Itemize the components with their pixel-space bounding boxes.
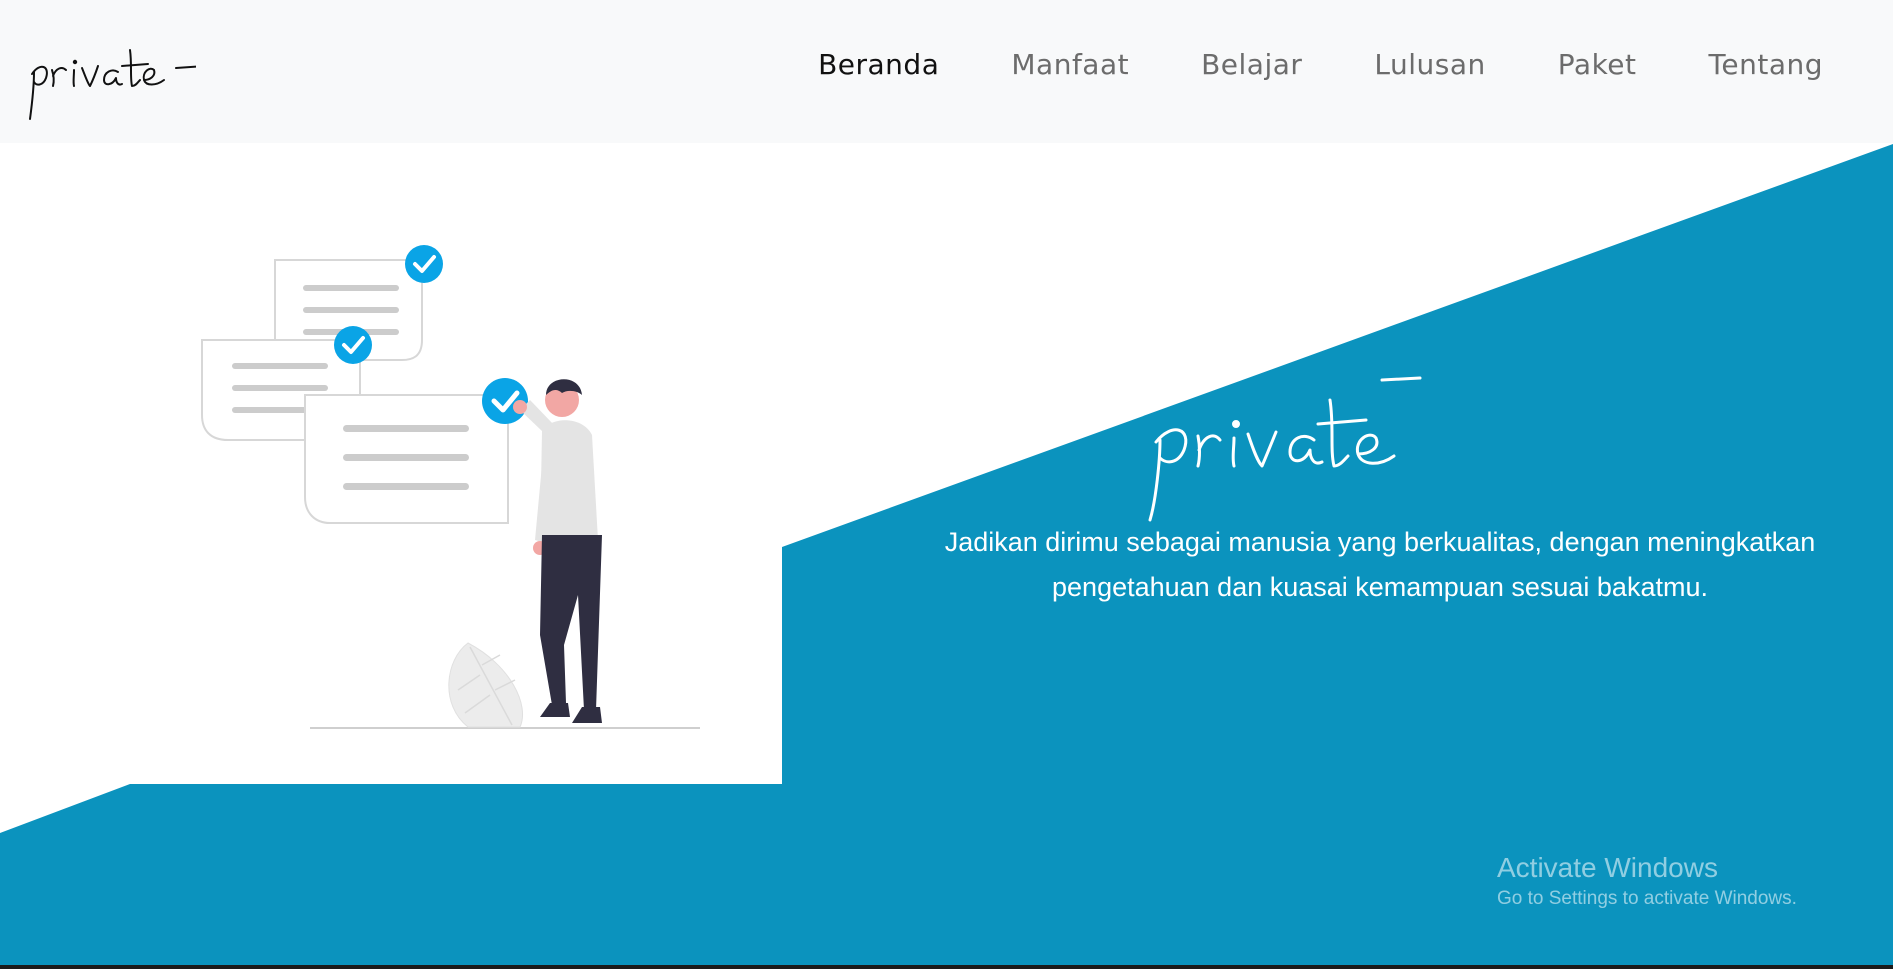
windows-activation-watermark: Activate Windows Go to Settings to activ… — [1497, 850, 1797, 912]
navbar: Beranda Manfaat Belajar Lulusan Paket Te… — [0, 0, 1893, 143]
check-circle-icon — [334, 326, 372, 364]
brand-logo[interactable] — [26, 24, 205, 124]
person-figure — [513, 379, 602, 723]
nav-item-paket[interactable]: Paket — [1558, 48, 1637, 81]
hero-title-script — [1148, 376, 1422, 522]
brand-logo-script — [29, 49, 205, 120]
nav-item-belajar[interactable]: Belajar — [1201, 48, 1302, 81]
page: Beranda Manfaat Belajar Lulusan Paket Te… — [0, 0, 1893, 969]
hero-tagline-line-1: Jadikan dirimu sebagai manusia yang berk… — [944, 527, 1816, 557]
watermark-title: Activate Windows — [1497, 852, 1718, 883]
hero-tagline: Jadikan dirimu sebagai manusia yang berk… — [790, 520, 1893, 610]
watermark-subtitle: Go to Settings to activate Windows. — [1497, 888, 1797, 909]
nav-item-tentang[interactable]: Tentang — [1709, 48, 1823, 81]
hero-illustration — [201, 245, 700, 729]
nav-item-lulusan[interactable]: Lulusan — [1374, 48, 1485, 81]
nav-item-beranda[interactable]: Beranda — [818, 48, 939, 81]
leaf-plant-icon — [448, 642, 524, 728]
bottom-edge — [0, 965, 1893, 969]
nav-menu: Beranda Manfaat Belajar Lulusan Paket Te… — [746, 48, 1823, 81]
nav-item-manfaat[interactable]: Manfaat — [1011, 48, 1129, 81]
check-circle-icon — [405, 245, 443, 283]
hero-tagline-line-2: pengetahuan dan kuasai kemampuan sesuai … — [1052, 572, 1708, 602]
document-card-3 — [304, 394, 509, 524]
